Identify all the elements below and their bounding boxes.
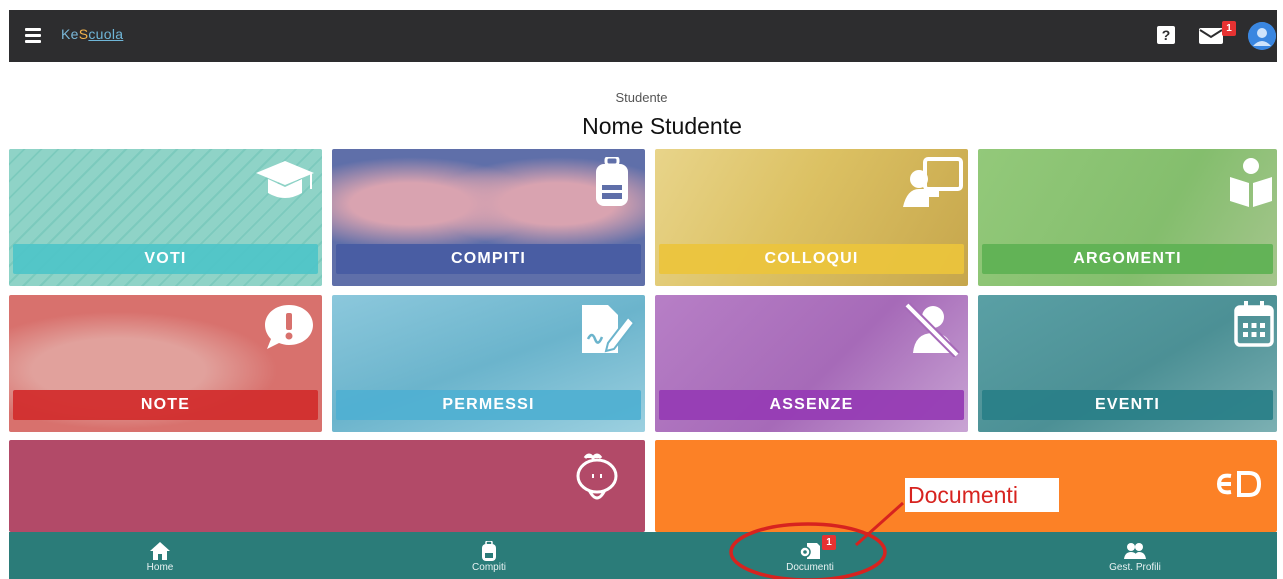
tile-assenze-label: ASSENZE xyxy=(659,390,964,420)
tile-note-label: NOTE xyxy=(13,390,318,420)
tile-voti[interactable]: VOTI xyxy=(9,149,322,286)
nav-compiti-label: Compiti xyxy=(472,562,506,573)
nav-gest-profili-label: Gest. Profili xyxy=(1109,562,1161,573)
documenti-annotation-label: Documenti xyxy=(905,478,1059,512)
nav-home-label: Home xyxy=(146,562,174,573)
nav-documenti-badge: 1 xyxy=(822,535,836,550)
logo-part-2: S xyxy=(78,26,89,42)
help-icon[interactable]: ? xyxy=(1157,26,1175,44)
top-bar: KeScuola ? 1 xyxy=(9,10,1277,62)
teacher-board-icon xyxy=(903,157,963,207)
nav-documenti-label: Documenti xyxy=(786,562,834,573)
tile-argomenti[interactable]: ARGOMENTI xyxy=(978,149,1277,286)
tile-mascot-background xyxy=(9,440,645,532)
tile-permessi[interactable]: PERMESSI xyxy=(332,295,645,432)
file-signature-icon xyxy=(582,305,636,353)
ed-logo-icon xyxy=(1216,471,1261,497)
student-name: Nome Studente xyxy=(526,110,798,142)
hamburger-menu-icon[interactable] xyxy=(25,28,41,43)
tile-compiti[interactable]: COMPITI xyxy=(332,149,645,286)
tile-mascot[interactable] xyxy=(9,440,645,532)
nav-compiti[interactable]: Compiti xyxy=(419,532,559,579)
graduation-cap-icon xyxy=(256,161,314,198)
tile-voti-label: VOTI xyxy=(13,244,318,274)
tile-eventi-label: EVENTI xyxy=(982,390,1273,420)
app-logo[interactable]: KeScuola xyxy=(61,26,123,42)
logo-part-3: cuola xyxy=(88,26,124,42)
mail-icon[interactable] xyxy=(1199,28,1223,44)
reader-book-icon xyxy=(1230,158,1272,207)
backpack-icon xyxy=(482,541,496,561)
user-slash-icon xyxy=(904,302,960,357)
user-role: Studente xyxy=(615,90,668,105)
tile-colloqui[interactable]: COLLOQUI xyxy=(655,149,968,286)
tile-compiti-label: COMPITI xyxy=(336,244,641,274)
user-avatar-icon xyxy=(1248,22,1276,50)
mail-badge: 1 xyxy=(1222,21,1236,36)
nav-documenti[interactable]: 1 Documenti xyxy=(740,532,880,579)
logo-part-1: Ke xyxy=(61,26,79,42)
tile-colloqui-label: COLLOQUI xyxy=(659,244,964,274)
avatar[interactable] xyxy=(1248,22,1276,50)
calendar-icon xyxy=(1234,301,1274,347)
nav-home[interactable]: Home xyxy=(90,532,230,579)
comment-exclamation-icon xyxy=(265,305,313,349)
home-icon xyxy=(150,542,170,560)
app-frame: KeScuola ? 1 Studente Nome Studente VOTI xyxy=(0,0,1283,579)
nav-gest-profili[interactable]: Gest. Profili xyxy=(1065,532,1205,579)
users-icon xyxy=(1124,543,1146,559)
tile-assenze[interactable]: ASSENZE xyxy=(655,295,968,432)
documents-icon xyxy=(799,543,820,559)
tile-eventi[interactable]: EVENTI xyxy=(978,295,1277,432)
tile-permessi-label: PERMESSI xyxy=(336,390,641,420)
mascot-face-icon xyxy=(576,453,618,500)
tile-note[interactable]: NOTE xyxy=(9,295,322,432)
backpack-icon xyxy=(596,157,628,206)
bottom-nav: Home Compiti 1 Documenti Gest. Profili xyxy=(9,532,1277,579)
tile-argomenti-label: ARGOMENTI xyxy=(982,244,1273,274)
